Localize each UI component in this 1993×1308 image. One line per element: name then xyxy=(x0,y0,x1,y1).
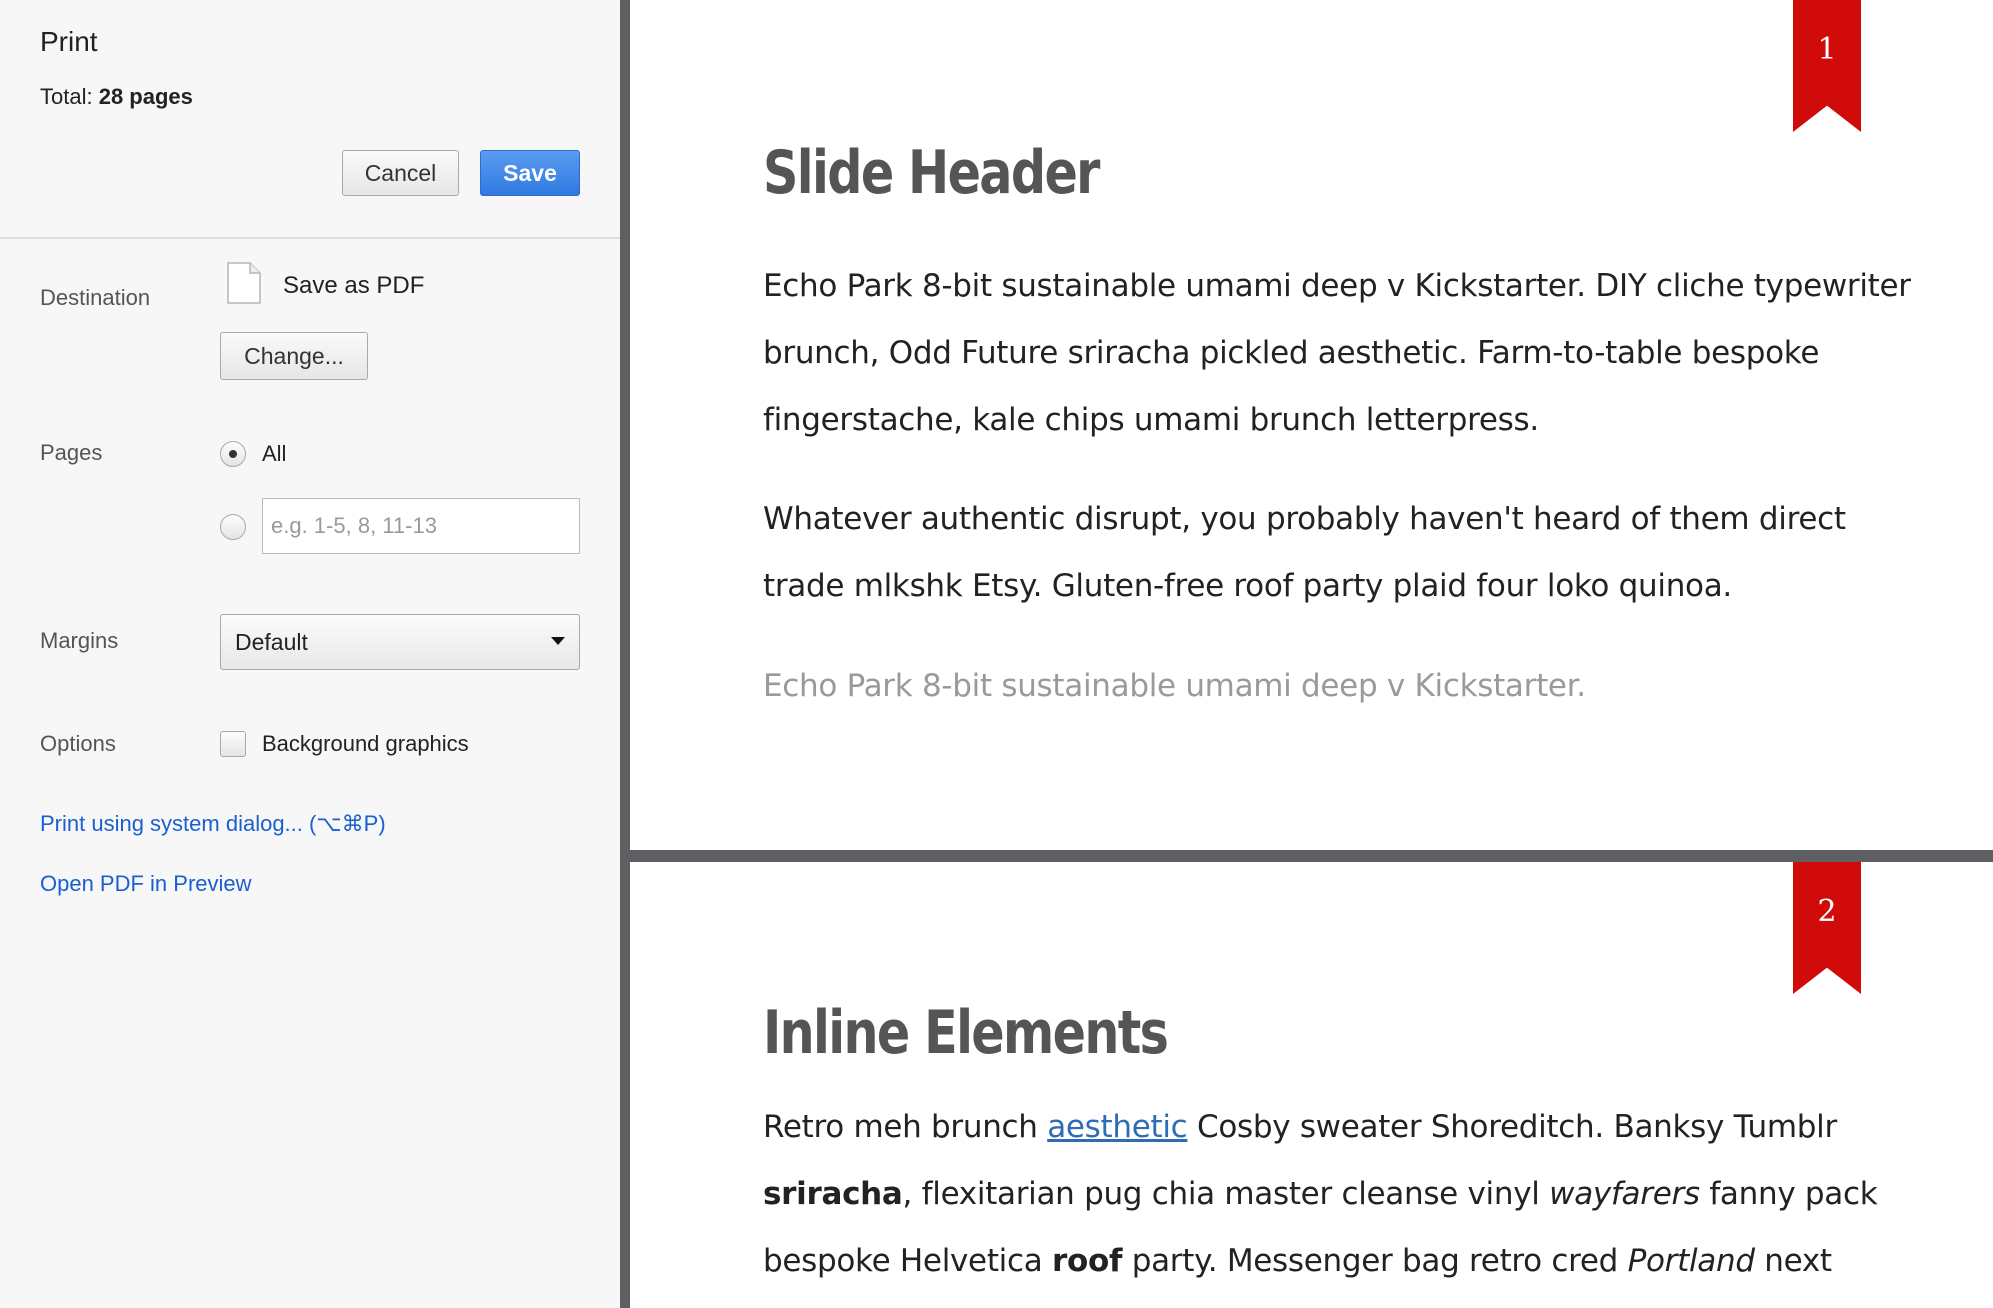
print-settings-panel: Print Total: 28 pages Cancel Save Destin… xyxy=(0,0,620,1308)
page-number-ribbon: 2 xyxy=(1793,862,1861,994)
paragraph: Whatever authentic disrupt, you probably… xyxy=(763,501,1846,604)
paragraph: Echo Park 8-bit sustainable umami deep v… xyxy=(763,268,1911,438)
bold-text: roof xyxy=(1052,1243,1123,1279)
bold-text: sriracha xyxy=(763,1176,903,1212)
slide-title: Inline Elements xyxy=(763,998,1169,1068)
background-graphics-checkbox[interactable] xyxy=(220,731,246,757)
text-run: Retro meh brunch xyxy=(763,1109,1048,1145)
pages-all-radio[interactable] xyxy=(220,441,246,467)
system-dialog-link[interactable]: Print using system dialog... (⌥⌘P) xyxy=(40,811,386,837)
italic-text: Portland xyxy=(1627,1243,1755,1279)
document-icon xyxy=(227,262,261,304)
inline-link[interactable]: aesthetic xyxy=(1047,1109,1188,1145)
page-number: 2 xyxy=(1817,894,1837,929)
options-label: Options xyxy=(40,731,116,756)
total-pages: Total: 28 pages xyxy=(40,84,193,110)
pages-range-radio[interactable] xyxy=(220,514,246,540)
preview-page-1: 1 Slide Header Echo Park 8-bit sustainab… xyxy=(630,0,1993,850)
destination-label: Destination xyxy=(40,285,151,310)
text-run: party. Messenger bag retro cred xyxy=(1122,1243,1628,1279)
destination-name: Save as PDF xyxy=(283,272,425,299)
pages-all-label: All xyxy=(262,441,287,466)
margins-selected-value: Default xyxy=(235,628,308,655)
print-title: Print xyxy=(40,26,98,57)
total-value: 28 pages xyxy=(98,84,193,109)
text-run: Cosby sweater Shoreditch. Banksy Tumblr xyxy=(1187,1109,1837,1145)
save-button[interactable]: Save xyxy=(480,150,580,196)
change-destination-button[interactable]: Change... xyxy=(220,332,368,380)
print-preview-area[interactable]: 1 Slide Header Echo Park 8-bit sustainab… xyxy=(630,0,1993,1308)
open-pdf-preview-link[interactable]: Open PDF in Preview xyxy=(40,871,252,897)
margins-select[interactable]: Default xyxy=(220,614,580,670)
pages-range-input[interactable] xyxy=(262,498,580,554)
paragraph: Retro meh brunch aesthetic Cosby sweater… xyxy=(763,1094,1913,1308)
italic-text: wayfarers xyxy=(1549,1176,1700,1212)
text-run: , flexitarian pug chia master cleanse vi… xyxy=(902,1176,1550,1212)
page-number-ribbon: 1 xyxy=(1793,0,1861,132)
page-number: 1 xyxy=(1817,32,1837,67)
muted-paragraph: Echo Park 8-bit sustainable umami deep v… xyxy=(763,668,1586,704)
total-label: Total: xyxy=(40,84,93,109)
pages-label: Pages xyxy=(40,440,103,465)
cancel-button[interactable]: Cancel xyxy=(342,150,459,196)
margins-label: Margins xyxy=(40,628,119,653)
background-graphics-label: Background graphics xyxy=(262,731,469,756)
slide-title: Slide Header xyxy=(763,138,1100,208)
panel-header: Print Total: 28 pages Cancel Save xyxy=(0,0,620,239)
preview-page-2: 2 Inline Elements Retro meh brunch aesth… xyxy=(630,862,1993,1308)
chevron-down-icon xyxy=(551,637,565,645)
